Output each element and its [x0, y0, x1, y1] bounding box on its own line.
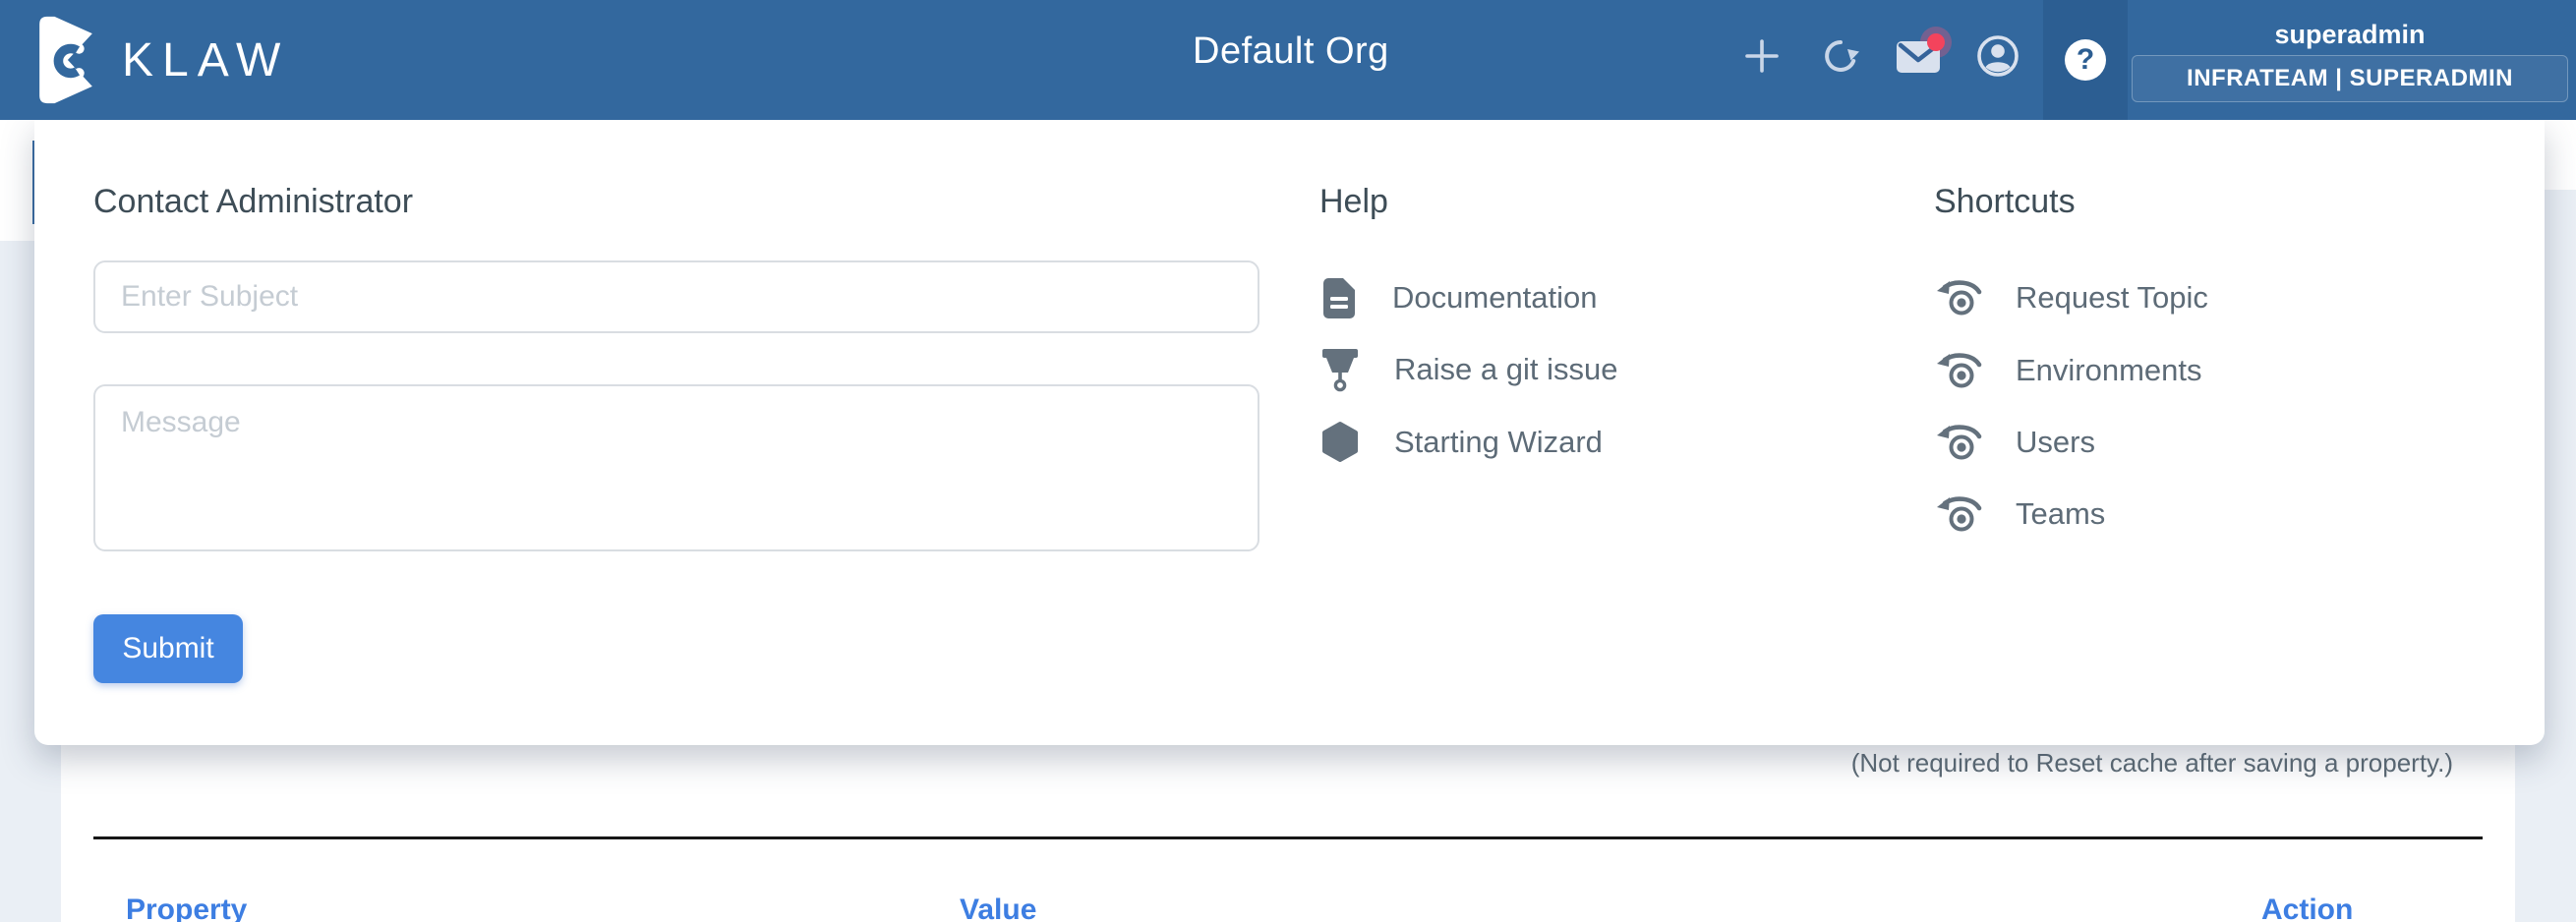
shortcut-item-label: Users — [2016, 425, 2095, 460]
message-textarea[interactable] — [93, 384, 1259, 551]
app-header: KLAW Default Org ? superadmin — [0, 0, 2576, 120]
shortcut-item-environments[interactable]: Environments — [1935, 348, 2202, 393]
table-header-value: Value — [960, 893, 1036, 922]
table-header-action: Action — [2261, 893, 2353, 922]
cache-note: (Not required to Reset cache after savin… — [1851, 748, 2453, 778]
help-item-label: Raise a git issue — [1394, 352, 1617, 387]
user-name: superadmin — [2132, 20, 2568, 50]
klaw-logo-icon — [35, 15, 96, 105]
brand-name: KLAW — [122, 33, 289, 87]
contact-admin-title: Contact Administrator — [93, 183, 413, 221]
shortcut-redirect-icon — [1935, 350, 1982, 391]
document-icon — [1319, 276, 1359, 319]
refresh-icon[interactable] — [1821, 36, 1860, 76]
help-circle: ? — [2065, 39, 2106, 81]
table-header-property: Property — [126, 893, 247, 922]
help-item-starting-wizard[interactable]: Starting Wizard — [1319, 420, 1603, 465]
help-item-label: Documentation — [1392, 280, 1598, 316]
shortcut-item-users[interactable]: Users — [1935, 420, 2095, 465]
shortcut-item-teams[interactable]: Teams — [1935, 491, 2105, 537]
shortcut-redirect-icon — [1935, 422, 1982, 463]
brand[interactable]: KLAW — [35, 0, 289, 120]
user-role-selector[interactable]: INFRATEAM | SUPERADMIN — [2132, 55, 2568, 102]
subject-input[interactable] — [93, 260, 1259, 333]
help-item-documentation[interactable]: Documentation — [1319, 275, 1598, 320]
question-mark-glyph: ? — [2077, 45, 2094, 75]
git-issue-icon — [1319, 347, 1361, 392]
shortcut-item-label: Teams — [2016, 496, 2105, 532]
submit-button[interactable]: Submit — [93, 614, 243, 683]
add-icon[interactable] — [1742, 36, 1782, 76]
shortcut-item-label: Environments — [2016, 353, 2202, 388]
help-dropdown-panel: Contact Administrator Submit Help Docume… — [34, 120, 2545, 745]
shortcuts-section-title: Shortcuts — [1934, 183, 2076, 221]
shortcut-item-label: Request Topic — [2016, 280, 2208, 316]
table-divider — [93, 836, 2483, 839]
account-icon[interactable] — [1978, 36, 2018, 76]
org-title: Default Org — [1193, 30, 1389, 73]
unread-badge — [1927, 33, 1945, 51]
help-item-git-issue[interactable]: Raise a git issue — [1319, 347, 1617, 392]
hexagon-wizard-icon — [1319, 420, 1361, 465]
user-role-label: INFRATEAM | SUPERADMIN — [2187, 65, 2513, 92]
help-icon[interactable]: ? — [2043, 0, 2128, 120]
help-item-label: Starting Wizard — [1394, 425, 1603, 460]
shortcut-redirect-icon — [1935, 493, 1982, 535]
mail-icon[interactable] — [1900, 36, 1939, 76]
help-section-title: Help — [1319, 183, 1388, 221]
shortcut-item-request-topic[interactable]: Request Topic — [1935, 275, 2208, 320]
shortcut-redirect-icon — [1935, 277, 1982, 318]
